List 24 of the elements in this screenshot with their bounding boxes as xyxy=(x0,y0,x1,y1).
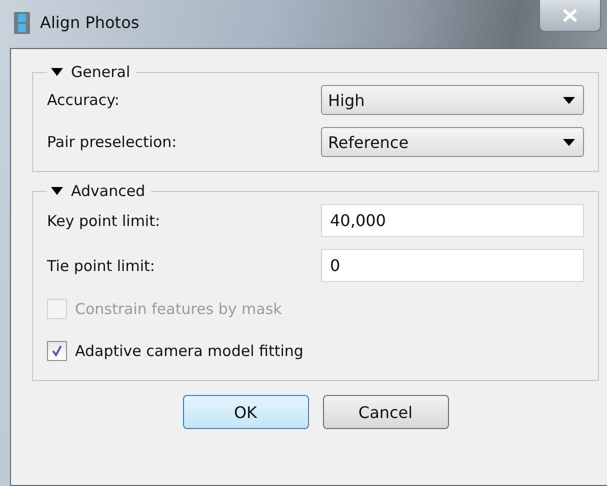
caret-icon xyxy=(563,96,575,104)
dropdown[interactable]: High xyxy=(321,85,584,115)
field-label: Key point limit: xyxy=(47,212,160,230)
checkbox[interactable] xyxy=(47,341,67,361)
field-label: Pair preselection: xyxy=(47,133,177,151)
close-icon xyxy=(563,8,577,22)
group-header[interactable]: Advanced xyxy=(47,182,152,200)
field-label: Tie point limit: xyxy=(47,256,155,274)
ok-button[interactable]: OK xyxy=(182,395,308,429)
cancel-button[interactable]: Cancel xyxy=(322,395,448,429)
check-icon xyxy=(51,345,63,357)
group-header[interactable]: General xyxy=(47,63,136,81)
checkbox-label: Constrain features by mask xyxy=(75,300,282,318)
expanded-triangle-icon xyxy=(51,186,63,196)
expanded-triangle-icon xyxy=(51,67,63,77)
dropdown[interactable]: Reference xyxy=(321,127,584,157)
film-icon xyxy=(14,12,30,34)
close-button[interactable] xyxy=(539,0,601,32)
caret-icon xyxy=(563,138,575,146)
field-label: Accuracy: xyxy=(47,91,120,109)
window-title: Align Photos xyxy=(40,13,140,32)
input-field[interactable]: 40,000 xyxy=(321,204,584,237)
checkbox-label: Adaptive camera model fitting xyxy=(75,342,304,360)
input-field[interactable]: 0 xyxy=(321,249,584,282)
